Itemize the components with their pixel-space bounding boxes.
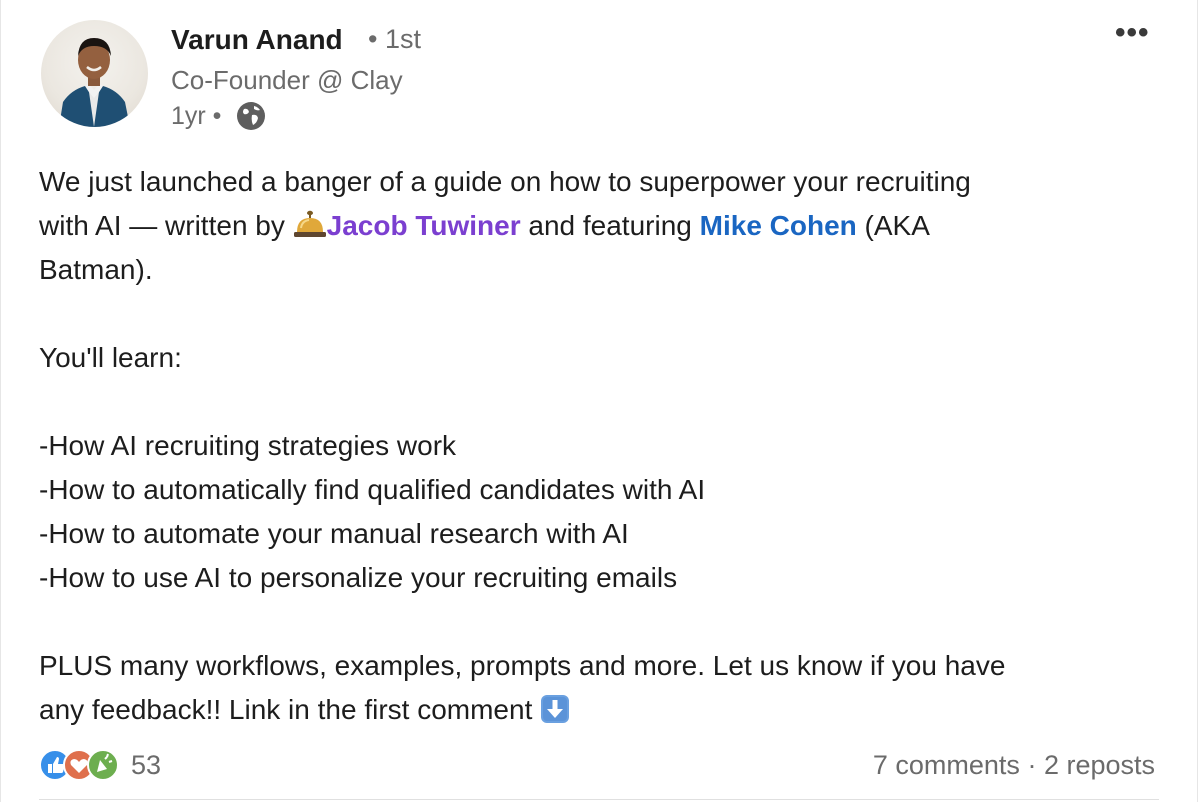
post-text-fragment: with AI — written by xyxy=(39,210,293,241)
post-text-line: any feedback!! Link in the first comment xyxy=(39,688,1159,732)
post-card: Varun Anand • 1st Co-Founder @ Clay 1yr … xyxy=(0,0,1198,802)
reaction-icons xyxy=(39,745,129,785)
mention-mike-cohen[interactable]: Mike Cohen xyxy=(700,210,857,241)
comments-link[interactable]: 7 comments xyxy=(873,750,1020,780)
reactions-summary[interactable]: 53 xyxy=(39,745,161,785)
social-counts: 7 comments · 2 reposts xyxy=(873,745,1155,785)
avatar[interactable] xyxy=(41,20,148,127)
post-meta: 1yr • xyxy=(171,100,267,132)
post-text-line: We just launched a banger of a guide on … xyxy=(39,166,971,197)
post-text-fragment: any feedback!! Link in the first comment xyxy=(39,694,541,725)
author-name[interactable]: Varun Anand xyxy=(171,24,343,56)
post-text-fragment: and featuring xyxy=(520,210,700,241)
globe-icon xyxy=(235,100,267,132)
down-arrow-icon xyxy=(540,693,570,723)
post-list-item: -How AI recruiting strategies work xyxy=(39,430,457,461)
reaction-count: 53 xyxy=(131,749,162,780)
post-list-item: -How to automatically find qualified can… xyxy=(39,474,706,505)
connection-degree: • 1st xyxy=(368,24,421,54)
post-list-item: -How to automate your manual research wi… xyxy=(39,518,629,549)
author-headline: Co-Founder @ Clay xyxy=(171,65,403,95)
post-text-line: You'll learn: xyxy=(39,342,182,373)
reposts-link[interactable]: 2 reposts xyxy=(1044,750,1155,780)
post-text-line: with AI — written by Jacob Tuwiner and f… xyxy=(39,204,1159,248)
avatar-photo xyxy=(59,38,130,127)
post-list-item: -How to use AI to personalize your recru… xyxy=(39,562,678,593)
bellhop-bell-icon xyxy=(293,208,327,238)
post-text-line: PLUS many workflows, examples, prompts a… xyxy=(39,650,1006,681)
divider xyxy=(39,799,1159,800)
post-text-line: Batman). xyxy=(39,254,153,285)
post-text-fragment: (AKA xyxy=(856,210,930,241)
post-body: We just launched a banger of a guide on … xyxy=(39,160,1159,732)
mention-jacob-tuwiner[interactable]: Jacob Tuwiner xyxy=(327,210,521,241)
post-time: 1yr • xyxy=(171,101,222,130)
celebrate-icon xyxy=(87,749,119,781)
separator: · xyxy=(1019,750,1044,780)
more-options-button[interactable]: ••• xyxy=(1115,16,1150,50)
